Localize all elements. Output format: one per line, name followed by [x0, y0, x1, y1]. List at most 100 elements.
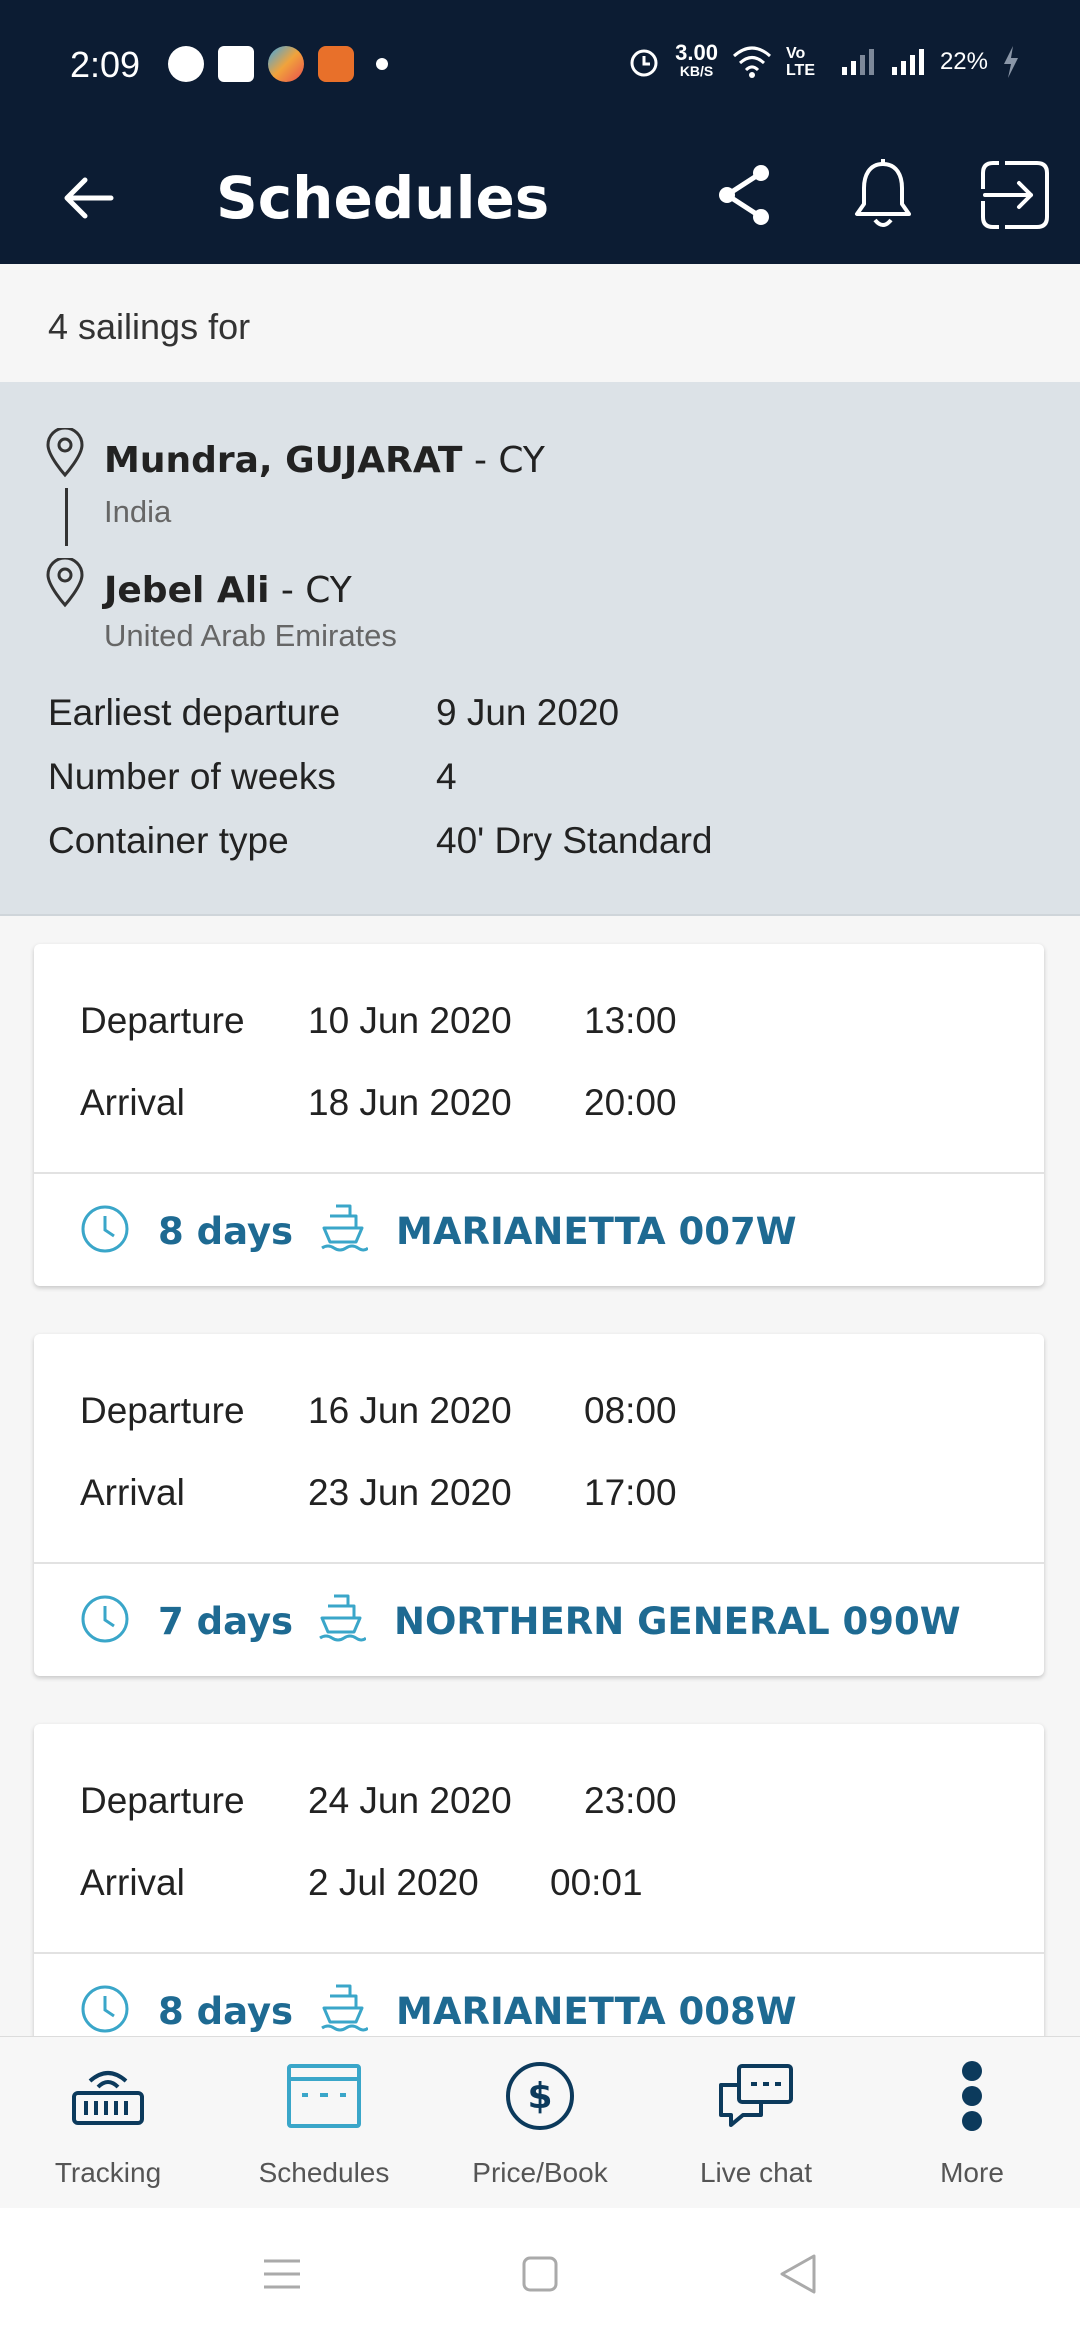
arrival-time: 20:00	[584, 1082, 677, 1123]
message-icon	[168, 46, 204, 82]
system-navigation-bar	[0, 2208, 1080, 2340]
departure-date: 10 Jun 2020	[308, 1000, 512, 1041]
svg-text:$: $	[527, 2076, 552, 2117]
network-speed-unit: KB/S	[679, 63, 714, 79]
arrival-date: 18 Jun 2020	[308, 1082, 512, 1123]
origin-location: Mundra, GUJARAT - CY	[104, 440, 545, 481]
vessel-name[interactable]: MARIANETTA 007W	[396, 1210, 797, 1253]
arrival-date: 23 Jun 2020	[308, 1472, 512, 1513]
system-menu-button[interactable]	[258, 2252, 306, 2296]
sailing-card[interactable]: Departure 16 Jun 2020 08:00 Arrival 23 J…	[34, 1334, 1044, 1676]
vessel-name[interactable]: NORTHERN GENERAL 090W	[394, 1600, 961, 1643]
clock-icon	[81, 1595, 129, 1643]
destination-location-pin-icon	[46, 558, 84, 608]
departure-date: 24 Jun 2020	[308, 1780, 512, 1821]
system-back-button[interactable]	[774, 2252, 822, 2296]
nav-label: Schedules	[258, 2157, 390, 2188]
network-speed: 3.00 KB/S	[675, 40, 718, 80]
back-button[interactable]	[50, 160, 126, 236]
notifications-button[interactable]	[838, 150, 928, 240]
page-title: Schedules	[216, 164, 550, 232]
home-square-icon	[522, 2256, 558, 2292]
origin-location-pin-icon	[46, 428, 84, 478]
back-triangle-icon	[780, 2254, 816, 2294]
share-button[interactable]	[700, 150, 790, 240]
nav-more[interactable]: More	[864, 2037, 1080, 2208]
departure-time: 08:00	[584, 1390, 677, 1431]
sailing-times: Departure 10 Jun 2020 13:00 Arrival 18 J…	[34, 944, 1044, 1174]
system-home-button[interactable]	[516, 2252, 564, 2296]
sailings-count: 4 sailings for	[48, 306, 251, 347]
destination-type: - CY	[269, 570, 352, 611]
nav-schedules[interactable]: Schedules	[216, 2037, 432, 2208]
share-icon	[719, 165, 769, 225]
logout-icon	[981, 161, 1049, 229]
arrival-time: 17:00	[584, 1472, 677, 1513]
departure-label: Departure	[80, 1390, 245, 1431]
clock-icon	[81, 1205, 129, 1253]
more-notifications-dot-icon	[376, 58, 388, 70]
container-type-label: Container type	[48, 820, 289, 861]
origin-name: Mundra, GUJARAT	[104, 440, 463, 481]
origin-country: India	[104, 494, 172, 529]
number-of-weeks-label: Number of weeks	[48, 756, 336, 797]
nav-label: Tracking	[54, 2157, 162, 2188]
departure-label: Departure	[80, 1780, 245, 1821]
nav-price-book[interactable]: $ Price/Book	[432, 2037, 648, 2208]
route-line	[65, 488, 68, 546]
ship-icon	[321, 1204, 368, 1252]
more-icon	[932, 2061, 1012, 2131]
transit-duration: 8 days	[158, 1210, 294, 1253]
battery-level: 22%	[939, 48, 988, 75]
top-bar: 2:09 3.00 KB/S Vo LTE 22% Schedules	[0, 0, 1080, 264]
number-of-weeks-value: 4	[436, 756, 457, 797]
destination-name: Jebel Ali	[104, 570, 270, 611]
alarm-icon	[630, 49, 658, 77]
transit-duration: 8 days	[158, 1990, 294, 2033]
arrival-label: Arrival	[80, 1862, 185, 1903]
sailing-times: Departure 16 Jun 2020 08:00 Arrival 23 J…	[34, 1334, 1044, 1564]
status-bar: 2:09 3.00 KB/S Vo LTE 22%	[0, 0, 1080, 132]
app-notification-icon	[318, 46, 354, 82]
nav-live-chat[interactable]: Live chat	[648, 2037, 864, 2208]
tracking-icon	[68, 2061, 148, 2131]
earliest-departure-label: Earliest departure	[48, 692, 341, 733]
menu-icon	[264, 2259, 300, 2289]
network-speed-value: 3.00	[675, 40, 718, 65]
gmail-icon	[218, 46, 254, 82]
clock-icon	[81, 1985, 129, 2033]
bottom-navigation: Tracking Schedules $ Price/Book Live cha…	[0, 2036, 1080, 2208]
edge-browser-icon	[268, 46, 304, 82]
sailing-card[interactable]: Departure 10 Jun 2020 13:00 Arrival 18 J…	[34, 944, 1044, 1286]
departure-date: 16 Jun 2020	[308, 1390, 512, 1431]
chat-icon	[716, 2061, 796, 2131]
signal-2-icon	[891, 49, 924, 75]
ship-icon	[319, 1594, 366, 1642]
arrival-date: 2 Jul 2020	[308, 1862, 479, 1903]
signal-1-icon	[841, 49, 874, 75]
transit-duration: 7 days	[158, 1600, 294, 1643]
arrival-time: 00:01	[550, 1862, 643, 1903]
volte-indicator: Vo LTE	[785, 45, 815, 79]
charging-icon	[1004, 46, 1018, 78]
destination-location: Jebel Ali - CY	[104, 570, 352, 611]
notification-icons	[168, 46, 388, 82]
nav-label: Price/Book	[472, 2157, 608, 2188]
vessel-name[interactable]: MARIANETTA 008W	[396, 1990, 797, 2033]
destination-country: United Arab Emirates	[104, 618, 397, 653]
back-arrow-icon	[64, 177, 114, 219]
departure-label: Departure	[80, 1000, 245, 1041]
logout-button[interactable]	[970, 150, 1060, 240]
nav-tracking[interactable]: Tracking	[0, 2037, 216, 2208]
price-icon: $	[500, 2061, 580, 2131]
status-indicators: 3.00 KB/S Vo LTE 22%	[627, 40, 1020, 80]
arrival-label: Arrival	[80, 1082, 185, 1123]
arrival-label: Arrival	[80, 1472, 185, 1513]
sailing-card[interactable]: Departure 24 Jun 2020 23:00 Arrival 2 Ju…	[34, 1724, 1044, 2066]
wifi-icon	[732, 46, 771, 78]
sailing-summary: 8 days MARIANETTA 007W	[34, 1174, 1044, 1286]
departure-time: 23:00	[584, 1780, 677, 1821]
schedules-icon	[284, 2061, 364, 2131]
bell-icon	[855, 159, 911, 227]
origin-type: - CY	[462, 440, 545, 481]
